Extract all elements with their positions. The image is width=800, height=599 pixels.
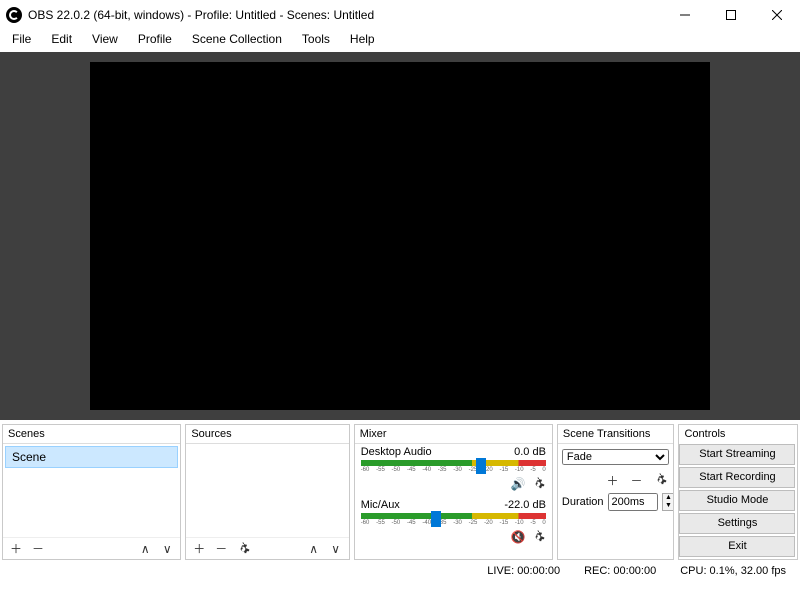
menu-edit[interactable]: Edit [41, 30, 82, 48]
obs-logo-icon [6, 7, 22, 23]
mixer-panel: Mixer Desktop Audio 0.0 dB -60-55-50-45-40… [354, 424, 553, 560]
menu-help[interactable]: Help [340, 30, 385, 48]
studio-mode-button[interactable]: Studio Mode [679, 490, 795, 511]
mixer-header: Mixer [355, 425, 552, 444]
audio-meter [361, 460, 546, 466]
preview-canvas[interactable] [90, 62, 710, 410]
source-properties-button[interactable] [234, 540, 252, 558]
scene-remove-button[interactable]: － [29, 540, 47, 558]
channel-settings-button[interactable] [530, 476, 546, 492]
status-bar: LIVE: 00:00:00 REC: 00:00:00 CPU: 0.1%, … [0, 560, 800, 581]
scenes-list[interactable]: Scene [3, 444, 180, 537]
source-down-button[interactable]: ∨ [327, 540, 345, 558]
volume-slider-thumb[interactable] [431, 511, 441, 527]
window-title: OBS 22.0.2 (64-bit, windows) - Profile: … [28, 8, 662, 22]
speaker-icon[interactable]: 🔊 [510, 476, 526, 492]
titlebar: OBS 22.0.2 (64-bit, windows) - Profile: … [0, 0, 800, 30]
scenes-panel: Scenes Scene ＋ － ∧ ∨ [2, 424, 181, 560]
scene-add-button[interactable]: ＋ [7, 540, 25, 558]
speaker-muted-icon[interactable]: 🔇 [510, 529, 526, 545]
duration-spin-up[interactable]: ▲ [663, 494, 675, 502]
start-recording-button[interactable]: Start Recording [679, 467, 795, 488]
menu-file[interactable]: File [2, 30, 41, 48]
volume-slider-thumb[interactable] [476, 458, 486, 474]
status-live: LIVE: 00:00:00 [487, 565, 560, 577]
status-cpu: CPU: 0.1%, 32.00 fps [680, 565, 786, 577]
duration-spin-down[interactable]: ▼ [663, 502, 675, 510]
channel-settings-button[interactable] [530, 529, 546, 545]
audio-meter [361, 513, 546, 519]
source-up-button[interactable]: ∧ [305, 540, 323, 558]
scenes-header: Scenes [3, 425, 180, 444]
menu-profile[interactable]: Profile [128, 30, 182, 48]
settings-button[interactable]: Settings [679, 513, 795, 534]
window-minimize-button[interactable] [662, 0, 708, 30]
controls-panel: Controls Start Streaming Start Recording… [678, 424, 798, 560]
status-rec: REC: 00:00:00 [584, 565, 656, 577]
source-add-button[interactable]: ＋ [190, 540, 208, 558]
transitions-header: Scene Transitions [558, 425, 674, 444]
channel-name: Mic/Aux [361, 499, 400, 511]
channel-name: Desktop Audio [361, 446, 432, 458]
transition-add-button[interactable]: ＋ [603, 471, 621, 489]
sources-panel: Sources ＋ － ∧ ∨ [185, 424, 349, 560]
sources-header: Sources [186, 425, 348, 444]
scene-down-button[interactable]: ∨ [158, 540, 176, 558]
window-close-button[interactable] [754, 0, 800, 30]
channel-db: 0.0 dB [514, 446, 546, 458]
transition-remove-button[interactable]: － [627, 471, 645, 489]
controls-header: Controls [679, 425, 797, 443]
sources-list[interactable] [186, 444, 348, 537]
menu-scene-collection[interactable]: Scene Collection [182, 30, 292, 48]
mixer-channel: Mic/Aux -22.0 dB -60-55-50-45-40-35-30-25-… [355, 497, 552, 550]
start-streaming-button[interactable]: Start Streaming [679, 444, 795, 465]
meter-ticks: -60-55-50-45-40-35-30-25-20-15-10-50 [361, 520, 546, 528]
duration-input[interactable] [608, 493, 658, 511]
exit-button[interactable]: Exit [679, 536, 795, 557]
channel-db: -22.0 dB [504, 499, 546, 511]
transition-properties-button[interactable] [651, 471, 669, 489]
window-maximize-button[interactable] [708, 0, 754, 30]
menu-view[interactable]: View [82, 30, 128, 48]
menubar: File Edit View Profile Scene Collection … [0, 30, 800, 52]
preview-area [0, 52, 800, 420]
mixer-channel: Desktop Audio 0.0 dB -60-55-50-45-40-35-30… [355, 444, 552, 497]
duration-label: Duration [562, 496, 604, 508]
meter-ticks: -60-55-50-45-40-35-30-25-20-15-10-50 [361, 467, 546, 475]
transition-select[interactable]: Fade [562, 449, 670, 465]
menu-tools[interactable]: Tools [292, 30, 340, 48]
transitions-panel: Scene Transitions Fade ＋ － Duration ▲ ▼ [557, 424, 675, 560]
scene-item[interactable]: Scene [5, 446, 178, 468]
source-remove-button[interactable]: － [212, 540, 230, 558]
scene-up-button[interactable]: ∧ [136, 540, 154, 558]
